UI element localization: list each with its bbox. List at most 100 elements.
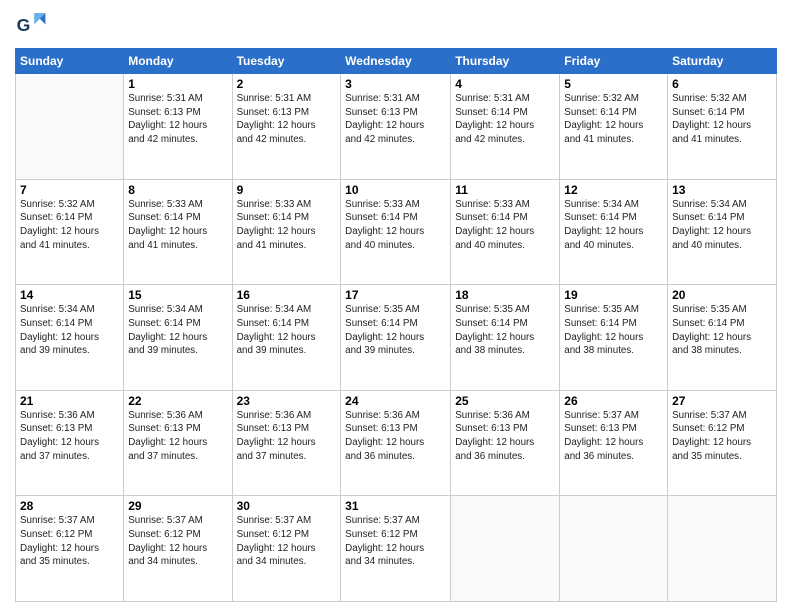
day-number: 19 — [564, 288, 663, 302]
day-info: Sunrise: 5:34 AM Sunset: 6:14 PM Dayligh… — [237, 303, 337, 358]
day-info: Sunrise: 5:31 AM Sunset: 6:13 PM Dayligh… — [237, 92, 337, 147]
calendar-header-row: SundayMondayTuesdayWednesdayThursdayFrid… — [16, 49, 777, 74]
day-number: 6 — [672, 77, 772, 91]
calendar-cell: 5Sunrise: 5:32 AM Sunset: 6:14 PM Daylig… — [560, 74, 668, 180]
day-number: 31 — [345, 499, 446, 513]
calendar-cell: 14Sunrise: 5:34 AM Sunset: 6:14 PM Dayli… — [16, 285, 124, 391]
calendar-cell: 4Sunrise: 5:31 AM Sunset: 6:14 PM Daylig… — [451, 74, 560, 180]
day-number: 8 — [128, 183, 227, 197]
day-info: Sunrise: 5:36 AM Sunset: 6:13 PM Dayligh… — [237, 409, 337, 464]
calendar-cell — [668, 496, 777, 602]
calendar-cell: 30Sunrise: 5:37 AM Sunset: 6:12 PM Dayli… — [232, 496, 341, 602]
day-number: 20 — [672, 288, 772, 302]
day-number: 25 — [455, 394, 555, 408]
day-number: 4 — [455, 77, 555, 91]
calendar-week-row: 28Sunrise: 5:37 AM Sunset: 6:12 PM Dayli… — [16, 496, 777, 602]
column-header-wednesday: Wednesday — [341, 49, 451, 74]
day-number: 5 — [564, 77, 663, 91]
day-info: Sunrise: 5:33 AM Sunset: 6:14 PM Dayligh… — [345, 198, 446, 253]
day-info: Sunrise: 5:32 AM Sunset: 6:14 PM Dayligh… — [20, 198, 119, 253]
calendar-cell: 10Sunrise: 5:33 AM Sunset: 6:14 PM Dayli… — [341, 179, 451, 285]
calendar-cell: 17Sunrise: 5:35 AM Sunset: 6:14 PM Dayli… — [341, 285, 451, 391]
day-number: 10 — [345, 183, 446, 197]
day-number: 29 — [128, 499, 227, 513]
calendar-cell: 9Sunrise: 5:33 AM Sunset: 6:14 PM Daylig… — [232, 179, 341, 285]
day-info: Sunrise: 5:34 AM Sunset: 6:14 PM Dayligh… — [672, 198, 772, 253]
day-info: Sunrise: 5:36 AM Sunset: 6:13 PM Dayligh… — [345, 409, 446, 464]
calendar-cell: 18Sunrise: 5:35 AM Sunset: 6:14 PM Dayli… — [451, 285, 560, 391]
day-info: Sunrise: 5:31 AM Sunset: 6:13 PM Dayligh… — [345, 92, 446, 147]
calendar-cell: 16Sunrise: 5:34 AM Sunset: 6:14 PM Dayli… — [232, 285, 341, 391]
calendar-cell: 7Sunrise: 5:32 AM Sunset: 6:14 PM Daylig… — [16, 179, 124, 285]
calendar-cell: 2Sunrise: 5:31 AM Sunset: 6:13 PM Daylig… — [232, 74, 341, 180]
calendar-cell: 1Sunrise: 5:31 AM Sunset: 6:13 PM Daylig… — [124, 74, 232, 180]
day-number: 22 — [128, 394, 227, 408]
column-header-thursday: Thursday — [451, 49, 560, 74]
day-number: 18 — [455, 288, 555, 302]
day-info: Sunrise: 5:35 AM Sunset: 6:14 PM Dayligh… — [455, 303, 555, 358]
calendar-cell: 23Sunrise: 5:36 AM Sunset: 6:13 PM Dayli… — [232, 390, 341, 496]
day-number: 13 — [672, 183, 772, 197]
day-info: Sunrise: 5:33 AM Sunset: 6:14 PM Dayligh… — [128, 198, 227, 253]
calendar-week-row: 14 Sunrise: 5:34 AM Sunset: 6:14 PM Dayli… — [16, 285, 777, 391]
day-info: Sunrise: 5:31 AM Sunset: 6:14 PM Dayligh… — [455, 92, 555, 147]
calendar-cell — [451, 496, 560, 602]
day-info: Sunrise: 5:36 AM Sunset: 6:13 PM Dayligh… — [455, 409, 555, 464]
calendar-cell: 6Sunrise: 5:32 AM Sunset: 6:14 PM Daylig… — [668, 74, 777, 180]
day-number: 21 — [20, 394, 119, 408]
day-info: Sunrise: 5:35 AM Sunset: 6:14 PM Dayligh… — [672, 303, 772, 358]
calendar-week-row: 7Sunrise: 5:32 AM Sunset: 6:14 PM Daylig… — [16, 179, 777, 285]
day-number: 30 — [237, 499, 337, 513]
day-number: 28 — [20, 499, 119, 513]
day-number: 3 — [345, 77, 446, 91]
calendar-week-row: 21Sunrise: 5:36 AM Sunset: 6:13 PM Dayli… — [16, 390, 777, 496]
day-info: Sunrise: 5:32 AM Sunset: 6:14 PM Dayligh… — [564, 92, 663, 147]
day-info: Sunrise: 5:35 AM Sunset: 6:14 PM Dayligh… — [564, 303, 663, 358]
header: G — [15, 10, 777, 42]
calendar-cell: 21Sunrise: 5:36 AM Sunset: 6:13 PM Dayli… — [16, 390, 124, 496]
day-info: Sunrise: 5:35 AM Sunset: 6:14 PM Dayligh… — [345, 303, 446, 358]
calendar-cell: 20Sunrise: 5:35 AM Sunset: 6:14 PM Dayli… — [668, 285, 777, 391]
day-number: 26 — [564, 394, 663, 408]
day-info: Sunrise: 5:37 AM Sunset: 6:13 PM Dayligh… — [564, 409, 663, 464]
day-number: 1 — [128, 77, 227, 91]
day-info: Sunrise: 5:34 AM Sunset: 6:14 PM Dayligh… — [564, 198, 663, 253]
day-info: Sunrise: 5:37 AM Sunset: 6:12 PM Dayligh… — [128, 514, 227, 569]
calendar-cell: 24Sunrise: 5:36 AM Sunset: 6:13 PM Dayli… — [341, 390, 451, 496]
day-info: Sunrise: 5:37 AM Sunset: 6:12 PM Dayligh… — [237, 514, 337, 569]
day-number: 7 — [20, 183, 119, 197]
svg-text:G: G — [17, 15, 31, 35]
calendar-cell: 29Sunrise: 5:37 AM Sunset: 6:12 PM Dayli… — [124, 496, 232, 602]
day-info: Sunrise: 5:37 AM Sunset: 6:12 PM Dayligh… — [20, 514, 119, 569]
logo: G — [15, 10, 51, 42]
column-header-tuesday: Tuesday — [232, 49, 341, 74]
page: G SundayMondayTuesdayWednesdayThursdayFr… — [0, 0, 792, 612]
calendar-cell: 31Sunrise: 5:37 AM Sunset: 6:12 PM Dayli… — [341, 496, 451, 602]
column-header-monday: Monday — [124, 49, 232, 74]
day-number: 12 — [564, 183, 663, 197]
day-number: 16 — [237, 288, 337, 302]
column-header-friday: Friday — [560, 49, 668, 74]
calendar-cell: 19Sunrise: 5:35 AM Sunset: 6:14 PM Dayli… — [560, 285, 668, 391]
calendar-cell: 25Sunrise: 5:36 AM Sunset: 6:13 PM Dayli… — [451, 390, 560, 496]
calendar-cell: 27Sunrise: 5:37 AM Sunset: 6:12 PM Dayli… — [668, 390, 777, 496]
calendar-cell — [16, 74, 124, 180]
day-info: Sunrise: 5:33 AM Sunset: 6:14 PM Dayligh… — [455, 198, 555, 253]
day-info: Sunrise: 5:32 AM Sunset: 6:14 PM Dayligh… — [672, 92, 772, 147]
day-info: Sunrise: 5:31 AM Sunset: 6:13 PM Dayligh… — [128, 92, 227, 147]
day-number: 11 — [455, 183, 555, 197]
calendar-cell: 3Sunrise: 5:31 AM Sunset: 6:13 PM Daylig… — [341, 74, 451, 180]
calendar-cell: 11Sunrise: 5:33 AM Sunset: 6:14 PM Dayli… — [451, 179, 560, 285]
calendar-week-row: 1Sunrise: 5:31 AM Sunset: 6:13 PM Daylig… — [16, 74, 777, 180]
logo-icon: G — [15, 10, 47, 42]
day-number: 24 — [345, 394, 446, 408]
calendar-cell: 12Sunrise: 5:34 AM Sunset: 6:14 PM Dayli… — [560, 179, 668, 285]
calendar-cell: 28Sunrise: 5:37 AM Sunset: 6:12 PM Dayli… — [16, 496, 124, 602]
day-number: 14 — [20, 288, 119, 302]
calendar-cell — [560, 496, 668, 602]
day-info: Sunrise: 5:36 AM Sunset: 6:13 PM Dayligh… — [20, 409, 119, 464]
calendar-cell: 8Sunrise: 5:33 AM Sunset: 6:14 PM Daylig… — [124, 179, 232, 285]
calendar-cell: 26Sunrise: 5:37 AM Sunset: 6:13 PM Dayli… — [560, 390, 668, 496]
day-number: 23 — [237, 394, 337, 408]
day-number: 2 — [237, 77, 337, 91]
